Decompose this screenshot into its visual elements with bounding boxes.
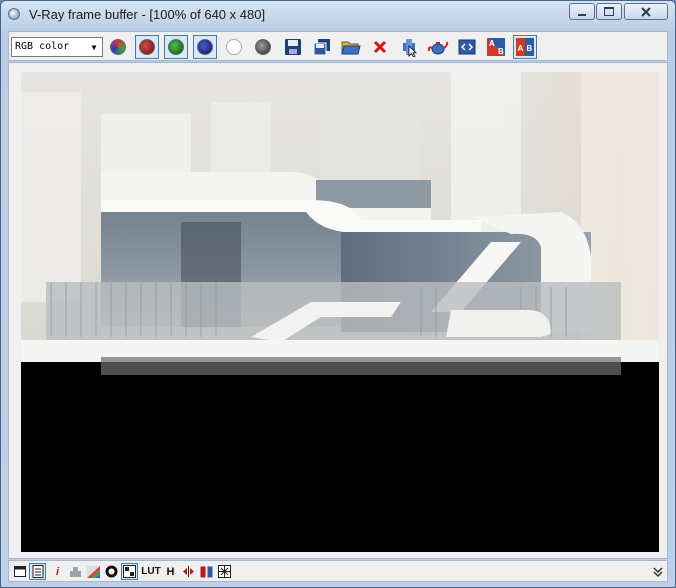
- red-channel-button[interactable]: [135, 35, 159, 59]
- track-mouse-button[interactable]: [397, 35, 421, 59]
- load-icon: [341, 41, 361, 55]
- double-chevron-down-icon: [652, 566, 663, 577]
- svg-text:B: B: [498, 47, 504, 56]
- green-channel-icon: [168, 39, 184, 55]
- render-last-button[interactable]: [426, 35, 450, 59]
- stamp-icon: [70, 566, 81, 577]
- alpha-channel-icon: [226, 39, 242, 55]
- histogram-label: H: [166, 565, 175, 578]
- compare-button[interactable]: [180, 563, 197, 580]
- render-viewport[interactable]: [21, 72, 659, 552]
- close-button[interactable]: [624, 3, 668, 20]
- lut-button[interactable]: LUT: [140, 563, 162, 580]
- minimize-button[interactable]: [569, 3, 595, 20]
- svg-text:A: A: [489, 39, 495, 48]
- save-icon: [285, 39, 301, 55]
- frame-area: [8, 62, 668, 559]
- lens-effects-icon: [218, 565, 231, 578]
- region-render-button[interactable]: [455, 35, 479, 59]
- blue-channel-button[interactable]: [193, 35, 217, 59]
- ab-compare-horizontal-icon: A B: [487, 38, 505, 56]
- svg-text:B: B: [527, 44, 533, 53]
- color-corrections-button[interactable]: [85, 563, 102, 580]
- render-teapot-icon: [427, 41, 449, 55]
- window-icon: [13, 566, 26, 577]
- green-channel-button[interactable]: [164, 35, 188, 59]
- stamp-button[interactable]: [67, 563, 84, 580]
- ab-compare-vertical-button[interactable]: A B: [513, 35, 537, 59]
- save-all-button[interactable]: [310, 35, 334, 59]
- save-all-icon: [313, 39, 330, 56]
- window-title: V-Ray frame buffer - [100% of 640 x 480]: [29, 7, 266, 22]
- clear-icon: [373, 40, 387, 54]
- ab-split-icon: [200, 566, 213, 577]
- load-image-button[interactable]: [339, 35, 363, 59]
- monochrome-button[interactable]: [251, 35, 275, 59]
- clear-image-button[interactable]: [368, 35, 392, 59]
- compare-arrows-icon: [183, 566, 194, 577]
- title-bar[interactable]: V-Ray frame buffer - [100% of 640 x 480]: [1, 1, 675, 29]
- channel-select[interactable]: RGB color ▼: [11, 37, 103, 57]
- svg-text:A: A: [518, 44, 524, 53]
- chevron-down-icon: ▼: [91, 42, 97, 52]
- vfb-window: V-Ray frame buffer - [100% of 640 x 480]…: [0, 0, 676, 588]
- rgb-channel-button[interactable]: [106, 35, 130, 59]
- expand-panel-button[interactable]: [649, 563, 666, 580]
- ab-split-button[interactable]: [198, 563, 215, 580]
- show-toolbar-button[interactable]: [11, 563, 28, 580]
- pixel-info-button[interactable]: i: [49, 563, 66, 580]
- curves-button[interactable]: [121, 563, 138, 580]
- info-icon: i: [55, 565, 60, 578]
- alpha-channel-button[interactable]: [222, 35, 246, 59]
- history-button[interactable]: [29, 563, 46, 580]
- ab-compare-vertical-icon: A B: [516, 38, 534, 56]
- close-icon: [641, 6, 651, 17]
- status-bar: i LUT H: [8, 560, 668, 582]
- exposure-button[interactable]: [103, 563, 120, 580]
- curves-icon: [123, 565, 136, 578]
- save-image-button[interactable]: [281, 35, 305, 59]
- track-mouse-icon: [403, 39, 417, 57]
- histogram-button[interactable]: H: [162, 563, 179, 580]
- rgb-channel-icon: [110, 39, 126, 55]
- lens-effects-button[interactable]: [216, 563, 233, 580]
- exposure-icon: [105, 565, 118, 578]
- red-channel-icon: [139, 39, 155, 55]
- toolbar: RGB color ▼ A B A B: [8, 31, 668, 61]
- lut-label: LUT: [141, 566, 161, 577]
- ab-compare-horizontal-button[interactable]: A B: [484, 35, 508, 59]
- maximize-button[interactable]: [596, 3, 622, 20]
- render-image: [21, 72, 659, 552]
- monochrome-icon: [255, 39, 271, 55]
- history-icon: [32, 565, 43, 578]
- app-icon: [8, 8, 20, 20]
- region-render-icon: [458, 39, 476, 55]
- blue-channel-icon: [197, 39, 213, 55]
- channel-select-value: RGB color: [15, 41, 70, 52]
- color-corrections-icon: [87, 565, 100, 578]
